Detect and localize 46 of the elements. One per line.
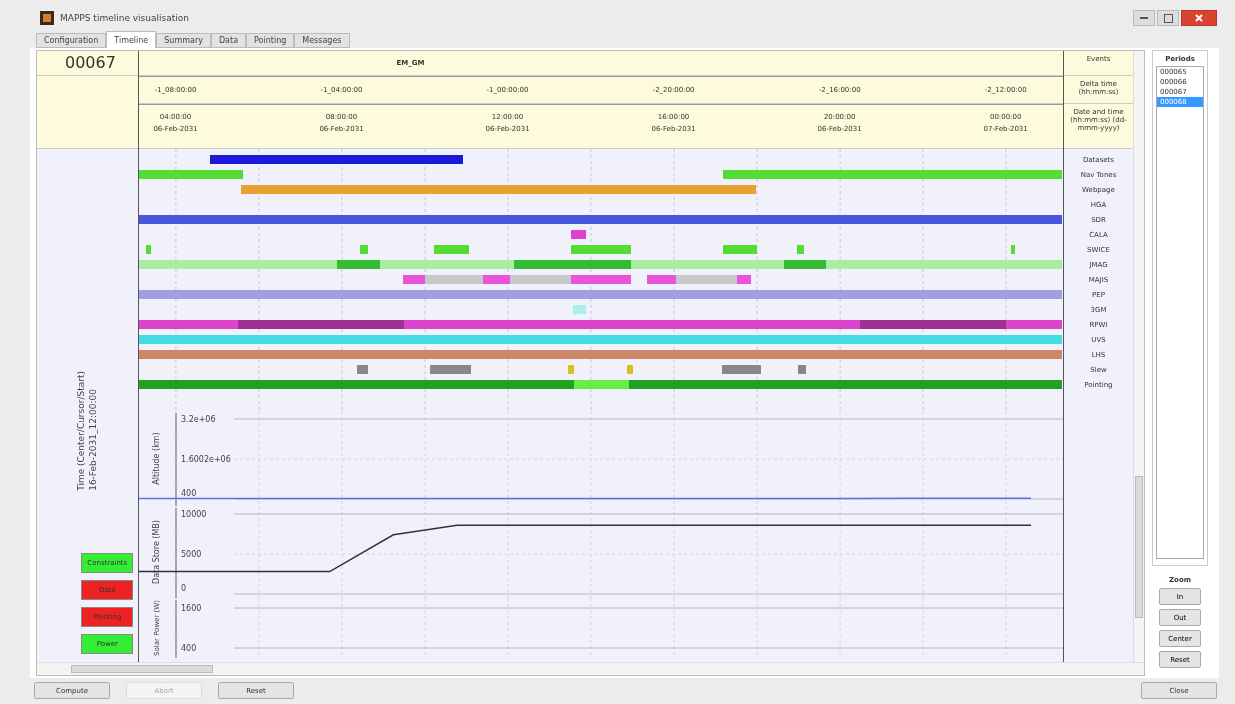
app-icon [40,11,54,25]
close-button[interactable] [1181,10,1217,26]
tab[interactable]: Configuration [36,33,107,48]
vertical-scrollbar[interactable] [1133,51,1144,662]
timeline-bar [430,365,471,374]
y-tick-label: 400 [180,644,196,653]
horizontal-scrollbar[interactable] [37,662,1144,675]
y-tick-label: 5000 [180,550,201,559]
y-tick-label: 0 [180,584,186,593]
timeline-bar [798,365,807,374]
minimize-button[interactable] [1133,10,1155,26]
tab[interactable]: Messages [294,33,350,48]
timeline-bar [796,245,804,254]
timeline-bar [568,365,574,374]
maximize-button[interactable] [1157,10,1179,26]
timeline-bar [627,365,633,374]
timeline-bar [571,245,631,254]
y-tick-label: 1.6002e+06 [180,455,231,464]
y-axis-title: Altitude (km) [151,432,161,485]
timeline-bar [571,275,631,284]
scroll-thumb[interactable] [1135,476,1143,618]
tab[interactable]: Data [210,33,247,48]
y-tick-label: 1600 [180,604,201,613]
maximize-icon [1163,13,1173,23]
timeline-bar [572,305,587,314]
timeline-bar [1010,245,1016,254]
timeline-bar [356,365,368,374]
tab[interactable]: Pointing [246,33,295,48]
period-number: 00067 [64,52,117,72]
timeline-bar [360,245,368,254]
window-title: MAPPS timeline visualisation [60,13,189,23]
time-caption: Time (Center/Cursor/Start) [76,371,87,491]
y-tick-label: 400 [180,489,196,498]
tab[interactable]: Summary [156,33,211,48]
time-caption: 16-Feb-2031_12:00:00 [88,388,99,491]
tab[interactable]: Timeline [106,31,157,48]
timeline-bar [433,245,470,254]
scroll-thumb[interactable] [71,665,213,673]
y-tick-label: 10000 [180,510,206,519]
minimize-icon [1140,17,1148,19]
timeline-bar [723,245,758,254]
timeline-bar [571,230,587,239]
y-tick-label: 3.2e+06 [180,415,216,424]
close-icon [1195,14,1203,22]
timeline-bar [722,365,761,374]
timeline-bar [145,245,151,254]
